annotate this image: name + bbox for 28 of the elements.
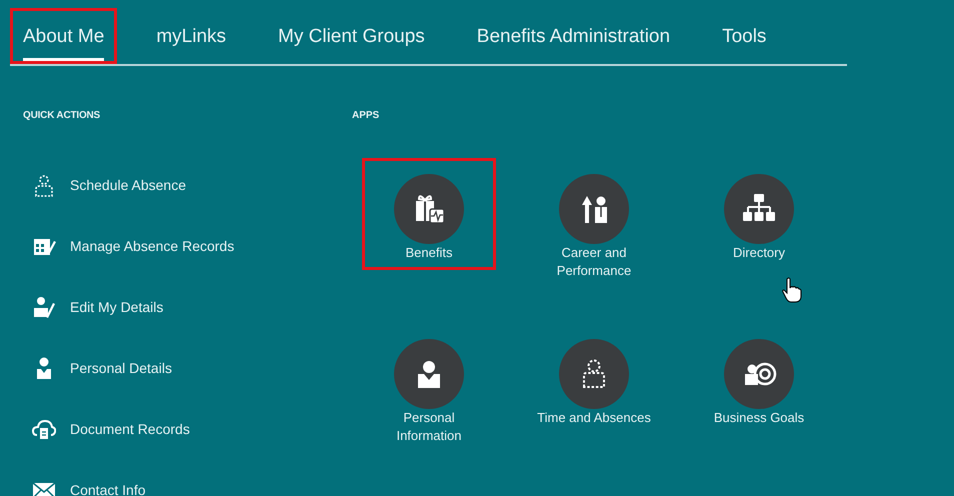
nav-tab[interactable]: myLinks (143, 8, 240, 64)
app-tile[interactable]: Personal Information (364, 325, 494, 451)
person-target-icon (724, 339, 794, 409)
quick-action-link[interactable]: Document Records (23, 398, 190, 459)
org-chart-icon (724, 174, 794, 244)
quick-action-link[interactable]: Edit My Details (23, 276, 164, 337)
quick-action-link[interactable]: Schedule Absence (23, 154, 186, 215)
app-tile[interactable]: Business Goals (694, 325, 824, 433)
person-pencil-icon (32, 294, 56, 318)
nav-tab[interactable]: Benefits Administration (464, 8, 684, 64)
arrow-person-icon (559, 174, 629, 244)
person-outline-icon (559, 339, 629, 409)
quick-action-link[interactable]: Manage Absence Records (23, 215, 234, 276)
quick-action-link[interactable]: Personal Details (23, 337, 172, 398)
quick-action-link[interactable]: Contact Info (23, 459, 146, 496)
person-icon (394, 339, 464, 409)
app-tile[interactable]: Benefits (364, 160, 494, 268)
person-outline-icon (32, 172, 56, 196)
gift-pulse-icon (394, 174, 464, 244)
nav-tab[interactable]: My Client Groups (265, 8, 438, 64)
app-tile[interactable]: Time and Absences (529, 325, 659, 433)
app-tile[interactable]: Career and Performance (529, 160, 659, 286)
app-tile[interactable]: Directory (694, 160, 824, 268)
nav-tab[interactable]: Tools (709, 8, 780, 64)
section-heading: QUICK ACTIONS (23, 109, 100, 123)
section-heading: APPS (352, 109, 380, 123)
hand-cursor-icon (781, 277, 803, 303)
nav-tab[interactable]: About Me (10, 8, 118, 64)
